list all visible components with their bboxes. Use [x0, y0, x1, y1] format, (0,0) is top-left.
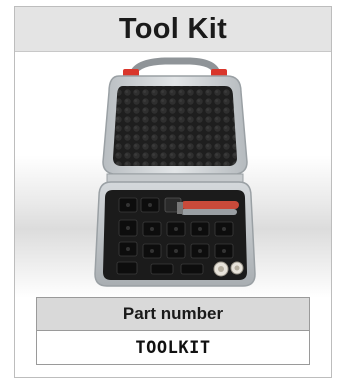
part-number-value[interactable]: TOOLKIT [135, 338, 210, 358]
lid-foam [113, 86, 237, 166]
card-header: Tool Kit [15, 7, 331, 52]
part-number-header: Part number [37, 298, 309, 331]
case-handle [129, 57, 221, 76]
tool-kit-case-illustration [94, 57, 256, 287]
part-number-row: TOOLKIT [37, 331, 309, 364]
part-number-label: Part number [122, 304, 224, 323]
part-number-table: Part number TOOLKIT [36, 297, 310, 365]
product-image [15, 52, 331, 298]
product-card: Tool Kit Part number TOOLKIT [14, 6, 332, 378]
card-title: Tool Kit [118, 12, 228, 45]
